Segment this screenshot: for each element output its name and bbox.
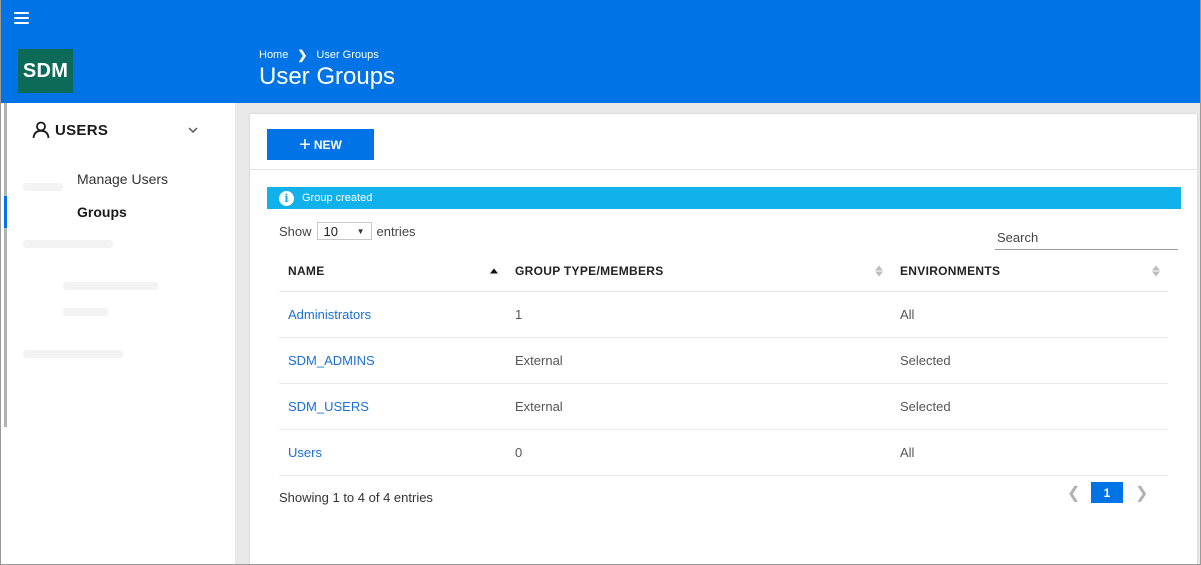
cell-group-type: 1 <box>506 291 891 338</box>
table-header-row: NAME GROUP TYPE/MEMBERS ENVIRONMENTS <box>279 252 1168 292</box>
cell-environments: Selected <box>891 383 1168 430</box>
table-info: Showing 1 to 4 of 4 entries <box>279 490 433 505</box>
sidebar-item-groups[interactable]: Groups <box>77 204 127 220</box>
top-header: SDM Home ❯ User Groups User Groups <box>1 0 1200 103</box>
toolbar-divider <box>250 169 1197 170</box>
new-button[interactable]: + NEW <box>267 129 374 160</box>
table-row: Users 0 All <box>279 429 1168 476</box>
ghost-line <box>23 350 123 358</box>
sidebar-edge <box>4 103 7 427</box>
next-page-icon[interactable]: ❯ <box>1135 483 1148 503</box>
user-icon <box>32 121 50 139</box>
cell-name: Users <box>279 429 506 476</box>
sort-ascending-icon <box>490 268 498 274</box>
column-header-name[interactable]: NAME <box>279 252 506 292</box>
plus-icon: + <box>299 133 311 156</box>
group-link[interactable]: Users <box>288 445 322 460</box>
cell-name: SDM_USERS <box>279 383 506 430</box>
table-row: Administrators 1 All <box>279 291 1168 338</box>
sidebar-section-users[interactable]: USERS <box>31 120 108 140</box>
sidebar-section-label: USERS <box>55 121 109 139</box>
ghost-line <box>63 308 108 316</box>
show-label: Show <box>279 223 312 239</box>
entries-label: entries <box>376 223 416 239</box>
sdm-logo: SDM <box>18 49 73 93</box>
sort-icon <box>1152 265 1160 277</box>
status-alert: i Group created <box>267 187 1181 209</box>
breadcrumb: Home ❯ User Groups <box>259 48 379 62</box>
cell-name: SDM_ADMINS <box>279 337 506 384</box>
alert-message: Group created <box>302 192 373 204</box>
cell-group-type: 0 <box>506 429 891 476</box>
table-row: SDM_ADMINS External Selected <box>279 337 1168 384</box>
group-link[interactable]: SDM_ADMINS <box>288 353 375 368</box>
cell-environments: Selected <box>891 337 1168 384</box>
cell-environments: All <box>891 429 1168 476</box>
breadcrumb-separator-icon: ❯ <box>297 48 308 62</box>
table-row: SDM_USERS External Selected <box>279 383 1168 430</box>
cell-group-type: External <box>506 337 891 384</box>
group-link[interactable]: SDM_USERS <box>288 399 369 414</box>
breadcrumb-home[interactable]: Home <box>259 49 288 61</box>
hamburger-icon[interactable] <box>14 12 29 24</box>
groups-table: NAME GROUP TYPE/MEMBERS ENVIRONMENTS Adm… <box>279 252 1168 476</box>
ghost-line <box>63 282 158 290</box>
cell-environments: All <box>891 291 1168 338</box>
breadcrumb-current: User Groups <box>316 49 379 61</box>
search-input[interactable] <box>995 225 1178 250</box>
sidebar-active-indicator <box>4 196 7 228</box>
page-length-value: 10 <box>323 223 338 239</box>
page-length-select[interactable]: 10 ▼ <box>316 222 372 240</box>
pagination: ❮ 1 ❯ <box>1067 482 1148 503</box>
cell-name: Administrators <box>279 291 506 338</box>
page-length-control: Show 10 ▼ entries <box>279 222 416 240</box>
ghost-line <box>23 183 63 191</box>
sidebar-item-manage-users[interactable]: Manage Users <box>77 171 168 187</box>
cell-group-type: External <box>506 383 891 430</box>
sort-icon <box>875 265 883 277</box>
page-button-current[interactable]: 1 <box>1091 482 1123 503</box>
chevron-down-icon[interactable] <box>187 124 199 136</box>
ghost-line <box>23 240 113 248</box>
dropdown-arrow-icon: ▼ <box>356 226 365 236</box>
app-window: SDM Home ❯ User Groups User Groups USERS… <box>0 0 1201 565</box>
previous-page-icon[interactable]: ❮ <box>1067 483 1080 503</box>
info-icon: i <box>279 190 294 206</box>
group-link[interactable]: Administrators <box>288 307 371 322</box>
column-header-group-type[interactable]: GROUP TYPE/MEMBERS <box>506 252 891 292</box>
page-title: User Groups <box>259 63 396 90</box>
new-button-label: NEW <box>313 137 342 152</box>
column-header-environments[interactable]: ENVIRONMENTS <box>891 252 1168 292</box>
